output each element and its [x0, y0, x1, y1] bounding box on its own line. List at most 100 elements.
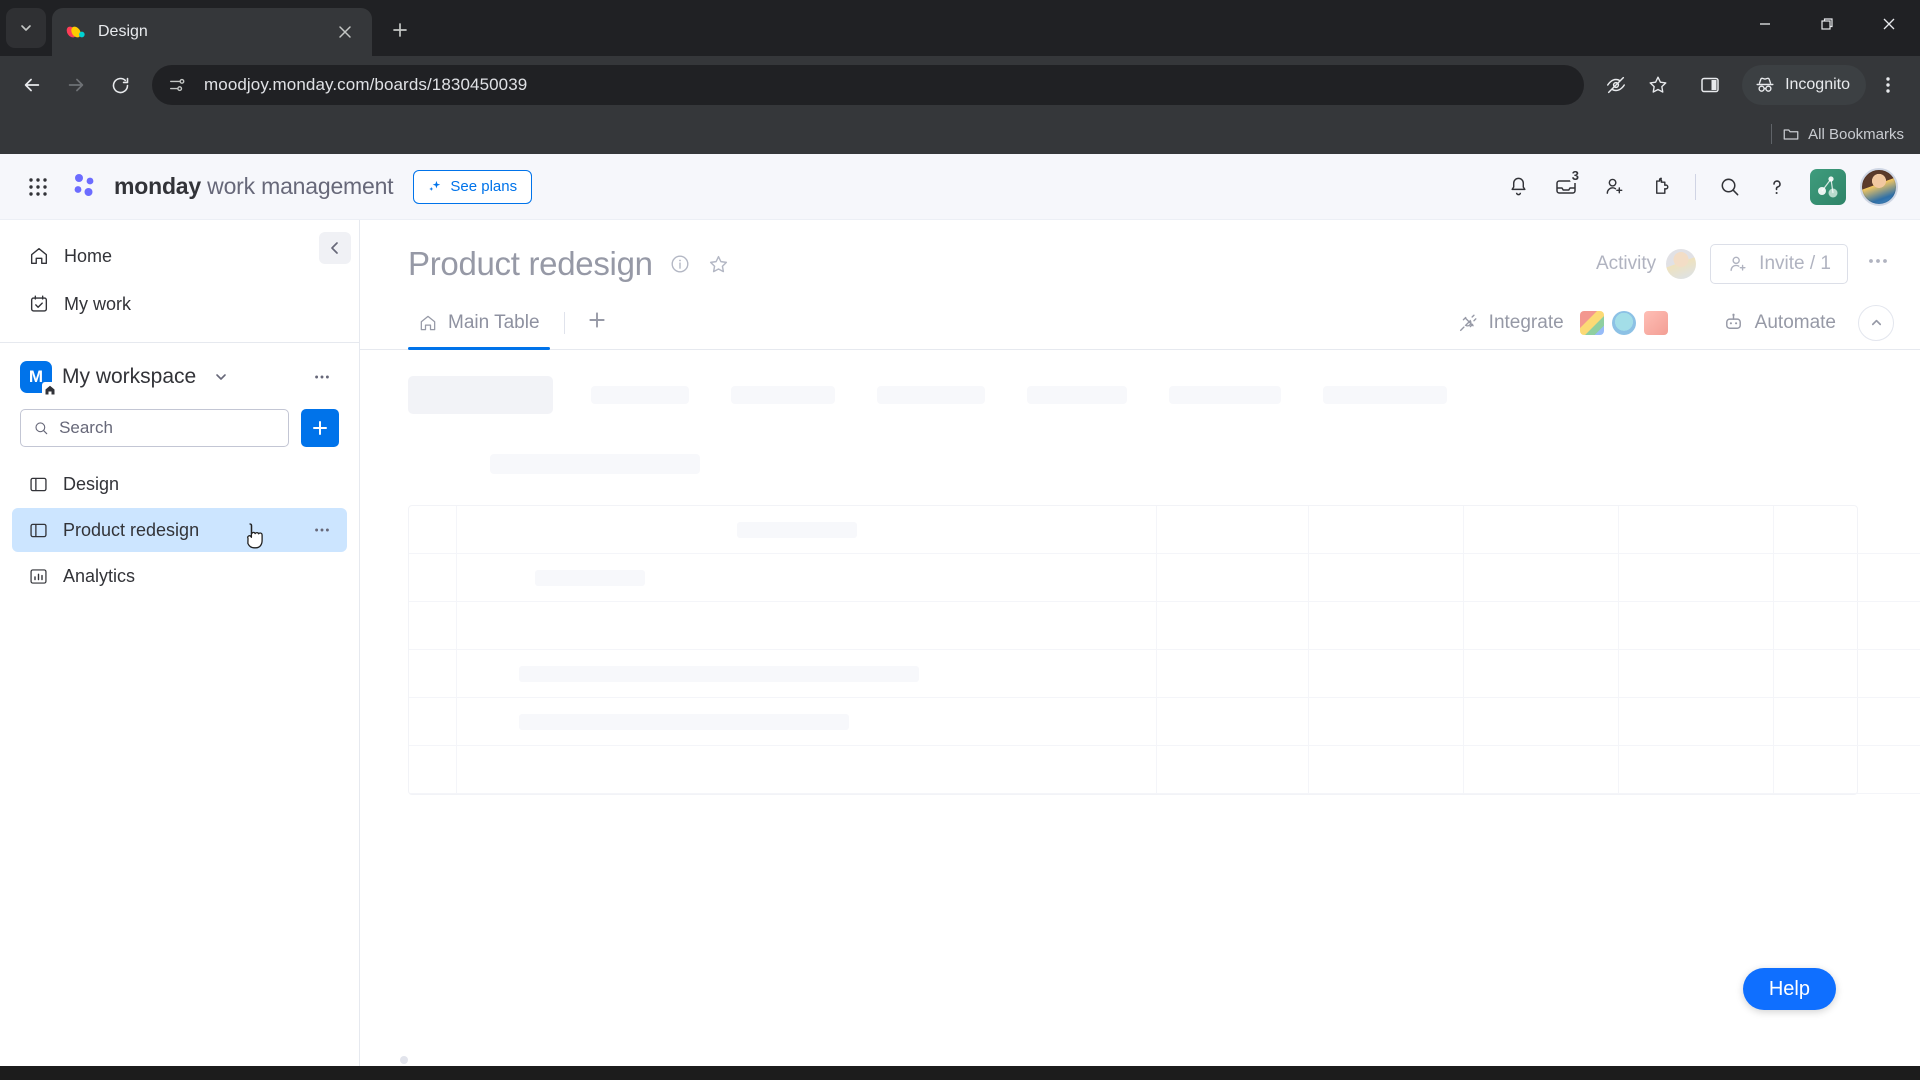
all-bookmarks-button[interactable]: All Bookmarks: [1782, 125, 1904, 143]
forward-button[interactable]: [56, 65, 96, 105]
gmail-icon: [1579, 310, 1604, 335]
activity-button[interactable]: Activity: [1596, 249, 1697, 279]
table-cell: [1157, 650, 1309, 698]
tabs-divider: [563, 311, 565, 334]
add-view-button[interactable]: [579, 309, 615, 336]
new-tab-button[interactable]: [382, 12, 418, 48]
apps-puzzle-icon[interactable]: [1641, 166, 1683, 208]
table-cell: [1464, 698, 1619, 746]
minimize-window-button[interactable]: [1734, 0, 1796, 48]
tab-main-table[interactable]: Main Table: [408, 296, 550, 350]
table-cell: [457, 746, 1157, 794]
board-menu-button[interactable]: [313, 521, 331, 539]
close-tab-button[interactable]: [332, 19, 358, 45]
search-icon[interactable]: [1708, 166, 1750, 208]
star-outline-icon[interactable]: [707, 253, 730, 276]
integration-apps: [1579, 310, 1668, 335]
back-button[interactable]: [12, 65, 52, 105]
search-input-field[interactable]: [59, 418, 276, 438]
close-icon: [1883, 18, 1895, 30]
toolbar-skeleton: [408, 376, 1894, 414]
table-cell: [1309, 554, 1464, 602]
integrate-button[interactable]: Integrate: [1447, 310, 1678, 335]
brand-logo[interactable]: monday work management: [68, 170, 394, 204]
horizontal-scrollbar[interactable]: [360, 1054, 1920, 1066]
board-more-menu-button[interactable]: [1862, 249, 1894, 280]
reload-button[interactable]: [100, 65, 140, 105]
sparkle-icon: [429, 180, 441, 191]
os-taskbar: [0, 1066, 1920, 1080]
page-title: Product redesign: [408, 245, 653, 282]
collapse-header-button[interactable]: [1858, 304, 1894, 341]
info-circle-icon[interactable]: [669, 253, 691, 275]
product-tile-icon[interactable]: [1810, 168, 1846, 205]
table-cell: [1309, 506, 1464, 554]
automate-button[interactable]: Automate: [1712, 311, 1846, 334]
inbox-icon[interactable]: 3: [1545, 166, 1587, 208]
table-cell: [1464, 650, 1619, 698]
avatar[interactable]: [1860, 167, 1898, 206]
invite-member-icon[interactable]: [1593, 166, 1635, 208]
browser-tab-title: Design: [98, 23, 148, 40]
table-cell: [457, 506, 1157, 554]
chevron-down-icon[interactable]: [206, 362, 236, 392]
table-cell: [1309, 602, 1464, 650]
sidebar-collapse-button[interactable]: [319, 232, 351, 264]
table-cell: [1774, 698, 1920, 746]
incognito-label: Incognito: [1785, 76, 1850, 93]
site-settings-icon[interactable]: [162, 70, 192, 100]
see-plans-button[interactable]: See plans: [413, 169, 533, 204]
apps-grid-icon[interactable]: [18, 167, 58, 207]
workspace-initial: M: [28, 367, 44, 386]
workspace-selector[interactable]: M My workspace: [0, 353, 359, 397]
workspace-avatar: M: [20, 361, 57, 397]
sidebar-search-row: [0, 397, 359, 461]
close-window-button[interactable]: [1858, 0, 1920, 48]
table-cell: [1774, 602, 1920, 650]
sidebar-item-product-redesign[interactable]: Product redesign: [12, 508, 347, 552]
invite-label: Invite / 1: [1759, 253, 1831, 274]
sidebar-item-my-work[interactable]: My work: [12, 282, 347, 326]
brand-title: monday work management: [114, 173, 394, 200]
workspace-menu-button[interactable]: [307, 362, 337, 392]
home-icon: [420, 315, 436, 330]
incognito-indicator[interactable]: Incognito: [1742, 65, 1866, 105]
see-plans-label: See plans: [450, 178, 518, 195]
side-panel-button[interactable]: [1690, 65, 1730, 105]
table-cell: [409, 746, 457, 794]
tracking-protection-button[interactable]: [1596, 65, 1636, 105]
browser-tab[interactable]: Design: [52, 8, 372, 56]
sidebar-item-home[interactable]: Home: [12, 234, 347, 278]
skeleton-block: [731, 386, 835, 404]
header-divider: [1695, 173, 1696, 200]
table-cell: [1464, 746, 1619, 794]
notifications-bell-icon[interactable]: [1497, 166, 1539, 208]
table-skeleton: [408, 505, 1920, 795]
folder-icon: [1783, 129, 1799, 140]
three-dots-vertical-icon: [1886, 77, 1890, 93]
incognito-hat-icon: [1756, 77, 1774, 92]
tab-search-button[interactable]: [6, 8, 46, 48]
bookmark-button[interactable]: [1638, 65, 1678, 105]
table-cell: [1619, 506, 1774, 554]
browser-menu-button[interactable]: [1868, 65, 1908, 105]
board-header: Product redesign Activity Invite / 1: [360, 220, 1920, 284]
three-dots-icon: [1869, 258, 1887, 263]
sidebar-item-design[interactable]: Design: [12, 462, 347, 506]
add-board-button[interactable]: [301, 409, 339, 447]
scrollbar-thumb[interactable]: [400, 1056, 408, 1064]
sidebar-item-analytics[interactable]: Analytics: [12, 554, 347, 598]
address-bar[interactable]: moodjoy.monday.com/boards/1830450039: [152, 65, 1585, 105]
table-cell: [457, 650, 1157, 698]
maximize-window-button[interactable]: [1796, 0, 1858, 48]
table-cell: [1774, 746, 1920, 794]
help-button[interactable]: Help: [1742, 968, 1836, 1010]
monday-logo-icon: [66, 26, 85, 38]
eye-slash-icon: [1607, 76, 1626, 94]
sidebar: Home My work M My workspace Search Desig…: [0, 220, 360, 1066]
robot-icon: [1725, 313, 1741, 329]
app-body: Home My work M My workspace Search Desig…: [0, 220, 1920, 1066]
search-input[interactable]: [20, 409, 289, 447]
invite-button[interactable]: Invite / 1: [1710, 244, 1848, 284]
help-question-icon[interactable]: [1756, 166, 1798, 208]
